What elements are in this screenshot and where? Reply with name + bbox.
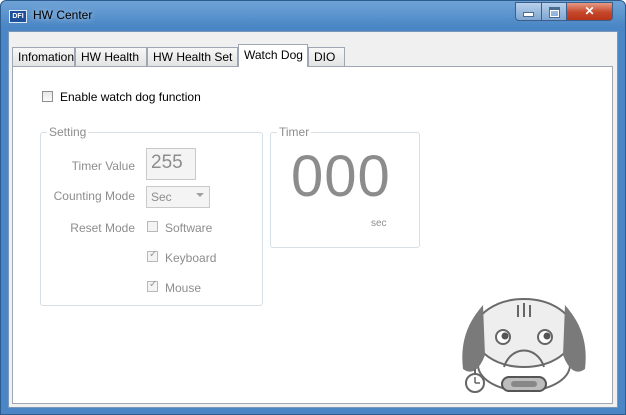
counting-mode-value: Sec (151, 190, 172, 204)
maximize-button[interactable] (541, 2, 567, 21)
client-area: Infomation HW Health HW Health Set Watch… (8, 31, 618, 408)
reset-keyboard-label: Keyboard (165, 251, 217, 265)
minimize-icon (523, 12, 534, 17)
reset-keyboard-checkbox[interactable]: ✓ (147, 249, 158, 262)
watch-dog-panel: Enable watch dog function Setting Timer … (12, 66, 613, 404)
reset-mode-label: Reset Mode (70, 221, 135, 235)
timer-unit-label: sec (371, 218, 387, 229)
timer-display: 000 (291, 144, 391, 209)
counting-mode-label: Counting Mode (53, 189, 135, 203)
reset-software-checkbox[interactable] (147, 221, 158, 232)
tab-dio[interactable]: DIO (308, 47, 345, 66)
reset-mouse-checkbox[interactable]: ✓ (147, 279, 158, 292)
tab-hw-health-set[interactable]: HW Health Set (147, 47, 238, 66)
checkmark-icon: ✓ (149, 279, 158, 290)
reset-mouse-label: Mouse (165, 281, 202, 295)
reset-software-label: Software (165, 221, 213, 235)
enable-watchdog-label: Enable watch dog function (60, 90, 201, 104)
window-title: HW Center (33, 8, 93, 22)
close-button[interactable]: ✕ (566, 2, 613, 21)
timer-group-title: Timer (277, 125, 312, 139)
tab-hw-health[interactable]: HW Health (75, 47, 147, 66)
timer-value-text: 255 (151, 152, 183, 173)
close-icon: ✕ (584, 4, 595, 18)
counting-mode-select[interactable]: Sec (146, 186, 210, 208)
chevron-down-icon (196, 193, 204, 197)
watchdog-mascot-icon (462, 298, 586, 393)
enable-watchdog-checkbox[interactable] (42, 91, 53, 102)
timer-value-label: Timer Value (71, 159, 135, 173)
tab-information[interactable]: Infomation (12, 47, 75, 66)
app-logo-icon: DFI (9, 10, 27, 23)
timer-value-input[interactable]: 255 (146, 148, 196, 180)
setting-group: Setting Timer Value 255 Counting Mode Se… (40, 125, 263, 306)
title-bar[interactable]: DFI HW Center ✕ (1, 1, 625, 31)
checkmark-icon: ✓ (149, 249, 158, 260)
app-window: DFI HW Center ✕ Infomation HW Health HW … (0, 0, 626, 415)
setting-group-title: Setting (47, 125, 89, 139)
maximize-icon (548, 7, 560, 18)
minimize-button[interactable] (515, 2, 542, 21)
tab-watch-dog[interactable]: Watch Dog (238, 44, 308, 67)
timer-group: Timer 000 sec (270, 125, 420, 248)
